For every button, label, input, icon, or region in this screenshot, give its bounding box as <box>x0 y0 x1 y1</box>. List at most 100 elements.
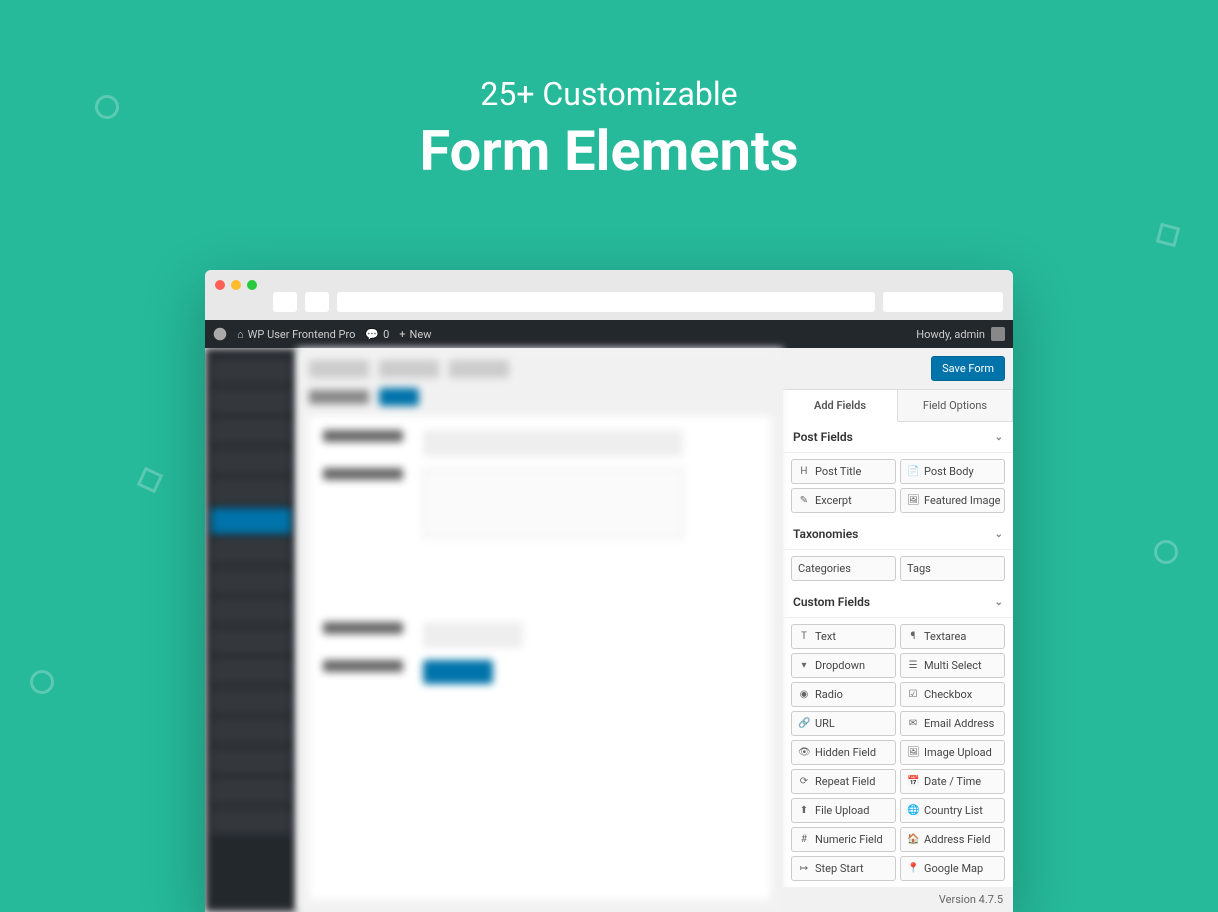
browser-window: ⌂ WP User Frontend Pro 💬 0 + New Howdy, … <box>205 270 1013 912</box>
field-excerpt[interactable]: ✎Excerpt <box>791 488 896 513</box>
field-label: Multi Select <box>924 659 982 672</box>
email-address-icon: ✉ <box>907 718 919 729</box>
text-icon: T <box>798 631 810 642</box>
field-label: Google Map <box>924 862 983 875</box>
multi-select-icon: ☰ <box>907 660 919 671</box>
date-time-icon: 📅 <box>907 776 919 787</box>
field-label: Country List <box>924 804 983 817</box>
close-window-icon[interactable] <box>215 280 225 290</box>
greeting-text: Howdy, admin <box>916 328 985 341</box>
field-country-list[interactable]: 🌐 Country List <box>900 798 1005 823</box>
comments-link[interactable]: 💬 0 <box>365 328 389 341</box>
field-hidden-field[interactable]: 👁 Hidden Field <box>791 740 896 765</box>
hero-banner: 25+ Customizable Form Elements <box>0 0 1218 184</box>
wp-sidebar-blurred <box>205 348 297 912</box>
featured-image-icon: 🖼 <box>907 495 919 506</box>
save-form-button[interactable]: Save Form <box>931 356 1005 381</box>
hidden-field-icon: 👁 <box>798 747 810 758</box>
repeat-field-icon: ⟳ <box>798 776 810 787</box>
nav-fwd-button[interactable] <box>305 292 329 312</box>
step-start-icon: ↦ <box>798 863 810 874</box>
chevron-down-icon: ⌄ <box>995 529 1003 540</box>
field-label: Date / Time <box>924 775 981 788</box>
section-post-fields[interactable]: Post Fields ⌄ <box>783 422 1013 453</box>
address-field-icon: 🏠 <box>907 834 919 845</box>
field-categories[interactable]: Categories <box>791 556 896 581</box>
radio-icon: ◉ <box>798 689 810 700</box>
minimize-window-icon[interactable] <box>231 280 241 290</box>
url-bar[interactable] <box>337 292 875 312</box>
field-label: Repeat Field <box>815 775 875 788</box>
field-label: Hidden Field <box>815 746 876 759</box>
home-icon: ⌂ <box>237 328 244 341</box>
section-taxonomies[interactable]: Taxonomies ⌄ <box>783 519 1013 550</box>
comments-count: 0 <box>383 328 389 341</box>
new-label: New <box>410 328 432 341</box>
field-multi-select[interactable]: ☰ Multi Select <box>900 653 1005 678</box>
site-name: WP User Frontend Pro <box>248 328 356 341</box>
field-tags[interactable]: Tags <box>900 556 1005 581</box>
field-label: Dropdown <box>815 659 865 672</box>
field-label: Textarea <box>924 630 966 643</box>
field-numeric-field[interactable]: # Numeric Field <box>791 827 896 852</box>
field-label: Email Address <box>924 717 994 730</box>
field-google-map[interactable]: 📍Google Map <box>900 856 1005 881</box>
field-textarea[interactable]: ¶ Textarea <box>900 624 1005 649</box>
field-label: Numeric Field <box>815 833 883 846</box>
wp-admin-bar: ⌂ WP User Frontend Pro 💬 0 + New Howdy, … <box>205 320 1013 348</box>
wp-logo-icon[interactable] <box>213 327 227 341</box>
numeric-field-icon: # <box>798 834 810 845</box>
field-image-upload[interactable]: 🖼 Image Upload <box>900 740 1005 765</box>
plus-icon: + <box>399 328 405 341</box>
section-custom-fields[interactable]: Custom Fields ⌄ <box>783 587 1013 618</box>
field-date-time[interactable]: 📅 Date / Time <box>900 769 1005 794</box>
field-address-field[interactable]: 🏠Address Field <box>900 827 1005 852</box>
browser-search[interactable] <box>883 292 1003 312</box>
country-list-icon: 🌐 <box>907 805 919 816</box>
maximize-window-icon[interactable] <box>247 280 257 290</box>
nav-back-button[interactable] <box>273 292 297 312</box>
section-title: Taxonomies <box>793 527 858 541</box>
field-label: Image Upload <box>924 746 992 759</box>
post-body-icon: 📄 <box>907 466 919 477</box>
new-content-link[interactable]: + New <box>399 328 431 341</box>
post-title-icon: H <box>798 466 810 477</box>
field-url[interactable]: 🔗 URL <box>791 711 896 736</box>
field-radio[interactable]: ◉ Radio <box>791 682 896 707</box>
site-link[interactable]: ⌂ WP User Frontend Pro <box>237 328 355 341</box>
hero-subtitle: 25+ Customizable <box>0 75 1218 113</box>
field-step-start[interactable]: ↦ Step Start <box>791 856 896 881</box>
field-file-upload[interactable]: ⬆File Upload <box>791 798 896 823</box>
tab-field-options[interactable]: Field Options <box>898 390 1013 421</box>
field-label: Post Title <box>815 465 861 478</box>
excerpt-icon: ✎ <box>798 495 810 506</box>
field-label: Post Body <box>924 465 974 478</box>
field-label: Text <box>815 630 836 643</box>
field-email-address[interactable]: ✉ Email Address <box>900 711 1005 736</box>
chevron-down-icon: ⌄ <box>995 597 1003 608</box>
field-label: Categories <box>798 562 851 575</box>
field-label: URL <box>815 717 835 730</box>
textarea-icon: ¶ <box>907 631 919 642</box>
field-post-body[interactable]: 📄 Post Body <box>900 459 1005 484</box>
file-upload-icon: ⬆ <box>798 805 810 816</box>
form-builder-blurred <box>297 348 783 912</box>
dropdown-icon: ▾ <box>798 660 810 671</box>
field-post-title[interactable]: H Post Title <box>791 459 896 484</box>
field-repeat-field[interactable]: ⟳ Repeat Field <box>791 769 896 794</box>
field-text[interactable]: T Text <box>791 624 896 649</box>
field-label: Radio <box>815 688 843 701</box>
url-icon: 🔗 <box>798 718 810 729</box>
field-featured-image[interactable]: 🖼 Featured Image <box>900 488 1005 513</box>
checkbox-icon: ☑ <box>907 689 919 700</box>
tab-add-fields[interactable]: Add Fields <box>783 390 898 422</box>
account-menu[interactable]: Howdy, admin <box>916 327 1005 341</box>
field-label: Step Start <box>815 862 864 875</box>
hero-title: Form Elements <box>0 118 1218 184</box>
field-checkbox[interactable]: ☑ Checkbox <box>900 682 1005 707</box>
field-label: Tags <box>907 562 931 575</box>
field-dropdown[interactable]: ▾ Dropdown <box>791 653 896 678</box>
image-upload-icon: 🖼 <box>907 747 919 758</box>
field-label: Featured Image <box>924 494 1000 507</box>
field-label: Checkbox <box>924 688 972 701</box>
